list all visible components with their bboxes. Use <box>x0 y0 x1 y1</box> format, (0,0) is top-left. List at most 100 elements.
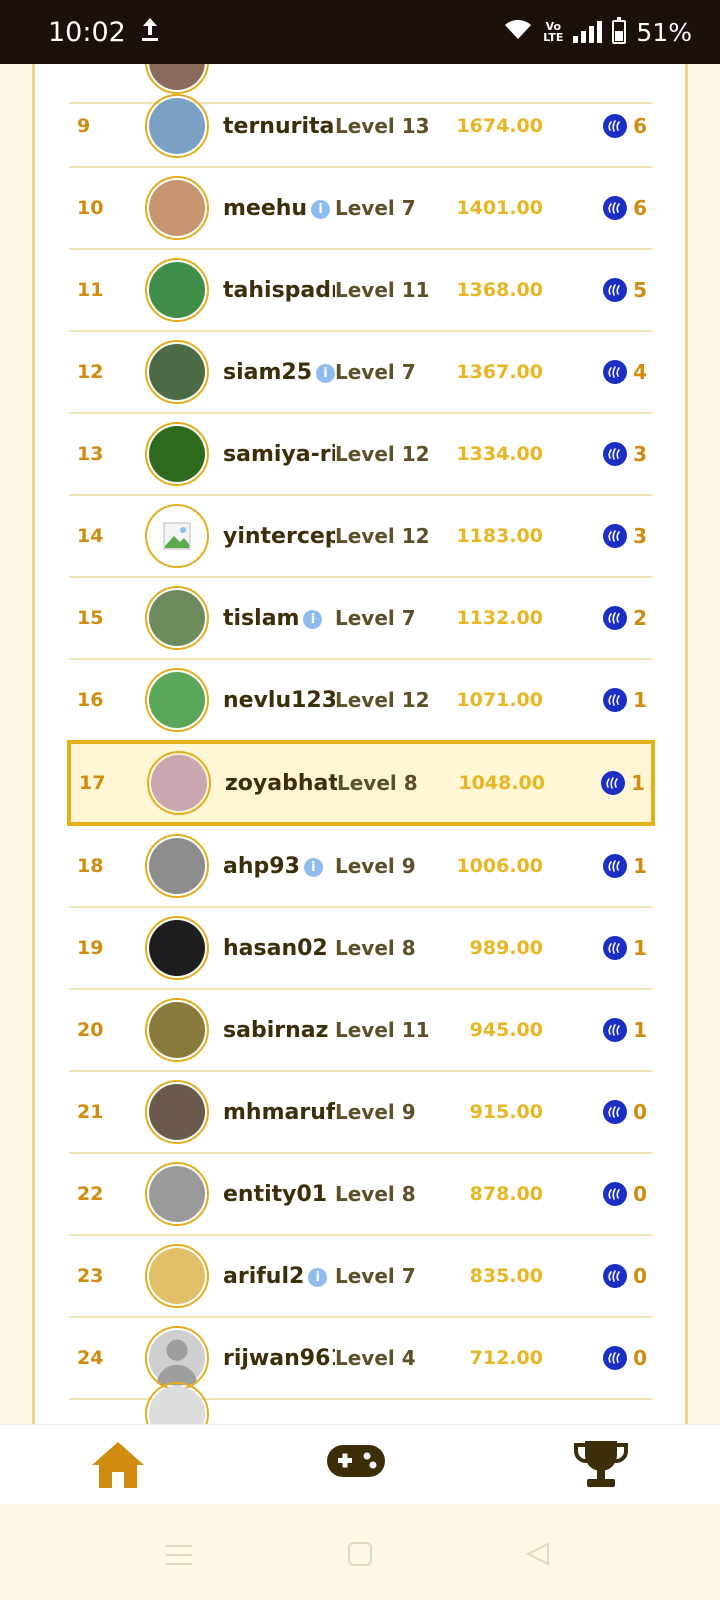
reward-cell: 6 <box>543 114 653 138</box>
leaderboard-row[interactable]: 21 mhmaruf Level 9 915.00 0 <box>69 1072 653 1154</box>
reward-value: 6 <box>633 114 647 138</box>
avatar[interactable] <box>145 258 209 322</box>
avatar-image <box>149 590 205 646</box>
avatar[interactable] <box>145 176 209 240</box>
username-cell[interactable]: ariful2 i <box>223 1264 335 1289</box>
reward-value: 2 <box>633 606 647 630</box>
leaderboard-row[interactable]: 13 samiya-ri Level 12 1334.00 3 <box>69 414 653 496</box>
info-icon[interactable]: i <box>303 857 323 877</box>
rank-number: 23 <box>77 1265 104 1287</box>
leaderboard-row[interactable]: 14 yintercep Level 12 1183.00 3 <box>69 496 653 578</box>
nav-games[interactable] <box>325 1441 387 1485</box>
level-label: Level 11 <box>335 277 430 302</box>
trophy-icon <box>573 1441 629 1493</box>
rank-number: 18 <box>77 855 104 877</box>
username: hasan02 <box>223 935 328 961</box>
leaderboard-row-current-user[interactable]: 17 zoyabhat Level 8 1048.00 1 <box>67 740 655 826</box>
username-cell[interactable]: siam25 i <box>223 360 335 385</box>
level-label: Level 9 <box>335 1099 416 1124</box>
avatar[interactable] <box>145 586 209 650</box>
username-cell[interactable]: sabirnaz <box>223 1018 335 1043</box>
info-icon[interactable]: i <box>303 609 323 629</box>
avatar-image <box>149 920 205 976</box>
avatar[interactable] <box>145 834 209 898</box>
steem-icon <box>603 114 628 138</box>
username-cell[interactable]: samiya-ri <box>223 442 335 467</box>
reward-value: 6 <box>633 196 647 220</box>
leaderboard-row[interactable]: 15 tislam i Level 7 1132.00 2 <box>69 578 653 660</box>
steem-icon <box>603 1346 628 1370</box>
username-cell[interactable]: ternurita <box>223 114 335 139</box>
recents-icon[interactable] <box>166 1544 192 1570</box>
battery-icon <box>612 17 627 44</box>
info-icon[interactable]: i <box>308 1267 328 1287</box>
back-icon[interactable] <box>525 1542 550 1570</box>
avatar[interactable] <box>145 1080 209 1144</box>
info-icon[interactable]: i <box>311 199 331 219</box>
leaderboard-row[interactable]: 12 siam25 i Level 7 1367.00 4 <box>69 332 653 414</box>
rank-number: 9 <box>77 115 91 137</box>
avatar-image <box>151 755 207 811</box>
level-label: Level 11 <box>335 1017 430 1042</box>
rank-number: 13 <box>77 443 104 465</box>
leaderboard-row[interactable]: 22 entity01 Level 8 878.00 0 <box>69 1154 653 1236</box>
username-cell[interactable]: tislam i <box>223 606 335 631</box>
leaderboard-row[interactable]: 23 ariful2 i Level 7 835.00 0 <box>69 1236 653 1318</box>
reward-cell: 0 <box>543 1100 653 1124</box>
level-label: Level 4 <box>335 1345 416 1370</box>
username-cell[interactable]: mhmaruf <box>223 1100 335 1125</box>
points-value: 712.00 <box>469 1347 543 1369</box>
leaderboard-row[interactable]: 11 tahispadr Level 11 1368.00 5 <box>69 250 653 332</box>
leaderboard-row[interactable]: 18 ahp93 i Level 9 1006.00 1 <box>69 826 653 908</box>
avatar[interactable] <box>145 668 209 732</box>
nav-leaderboard[interactable] <box>573 1439 629 1493</box>
avatar[interactable] <box>145 916 209 980</box>
points-value: 1048.00 <box>458 772 545 794</box>
username-cell[interactable]: rijwan961 <box>223 1346 335 1371</box>
signal-icon <box>573 21 603 43</box>
username-cell[interactable]: entity01 <box>223 1182 335 1207</box>
points-value: 1674.00 <box>456 115 543 137</box>
avatar-image <box>149 1002 205 1058</box>
avatar[interactable] <box>145 94 209 158</box>
username-cell[interactable]: yintercep <box>223 524 335 549</box>
avatar[interactable] <box>145 422 209 486</box>
username-cell[interactable]: ahp93 i <box>223 854 335 879</box>
reward-value: 0 <box>633 1264 647 1288</box>
reward-value: 3 <box>633 442 647 466</box>
reward-value: 1 <box>633 688 647 712</box>
avatar[interactable] <box>147 751 211 815</box>
username-cell[interactable]: zoyabhat <box>225 771 337 796</box>
leaderboard-row[interactable]: 10 meehu i Level 7 1401.00 6 <box>69 168 653 250</box>
avatar[interactable] <box>145 1162 209 1226</box>
points-value: 1183.00 <box>456 525 543 547</box>
status-right: Vo LTE 51% <box>503 17 692 47</box>
avatar[interactable] <box>145 1244 209 1308</box>
steem-icon <box>603 1182 628 1206</box>
leaderboard-row[interactable]: 9 ternurita Level 13 1674.00 6 <box>69 86 653 168</box>
username-cell[interactable]: nevlu123 <box>223 688 335 713</box>
leaderboard-row[interactable]: 19 hasan02 Level 8 989.00 1 <box>69 908 653 990</box>
info-icon[interactable]: i <box>316 363 335 383</box>
nav-home[interactable] <box>90 1439 146 1495</box>
rank-number: 10 <box>77 197 104 219</box>
leaderboard-card: 9 ternurita Level 13 1674.00 6 10 meehu i Level … <box>32 64 688 1424</box>
points-value: 989.00 <box>469 937 543 959</box>
rank-number: 24 <box>77 1347 104 1369</box>
reward-cell: 0 <box>543 1182 653 1206</box>
reward-cell: 6 <box>543 196 653 220</box>
level-label: Level 13 <box>335 113 430 138</box>
home-system-icon[interactable] <box>348 1542 372 1570</box>
avatar[interactable] <box>145 998 209 1062</box>
points-value: 1334.00 <box>456 443 543 465</box>
leaderboard-row[interactable]: 20 sabirnaz Level 11 945.00 1 <box>69 990 653 1072</box>
username-cell[interactable]: tahispadr <box>223 278 335 303</box>
username-cell[interactable]: hasan02 <box>223 936 335 961</box>
avatar[interactable] <box>145 504 209 568</box>
leaderboard-row[interactable]: 16 nevlu123 Level 12 1071.00 1 <box>69 660 653 742</box>
username: tislam <box>223 605 300 631</box>
username-cell[interactable]: meehu i <box>223 196 335 221</box>
avatar-image <box>149 1084 205 1140</box>
avatar[interactable] <box>145 340 209 404</box>
username: ternurita <box>223 113 335 139</box>
